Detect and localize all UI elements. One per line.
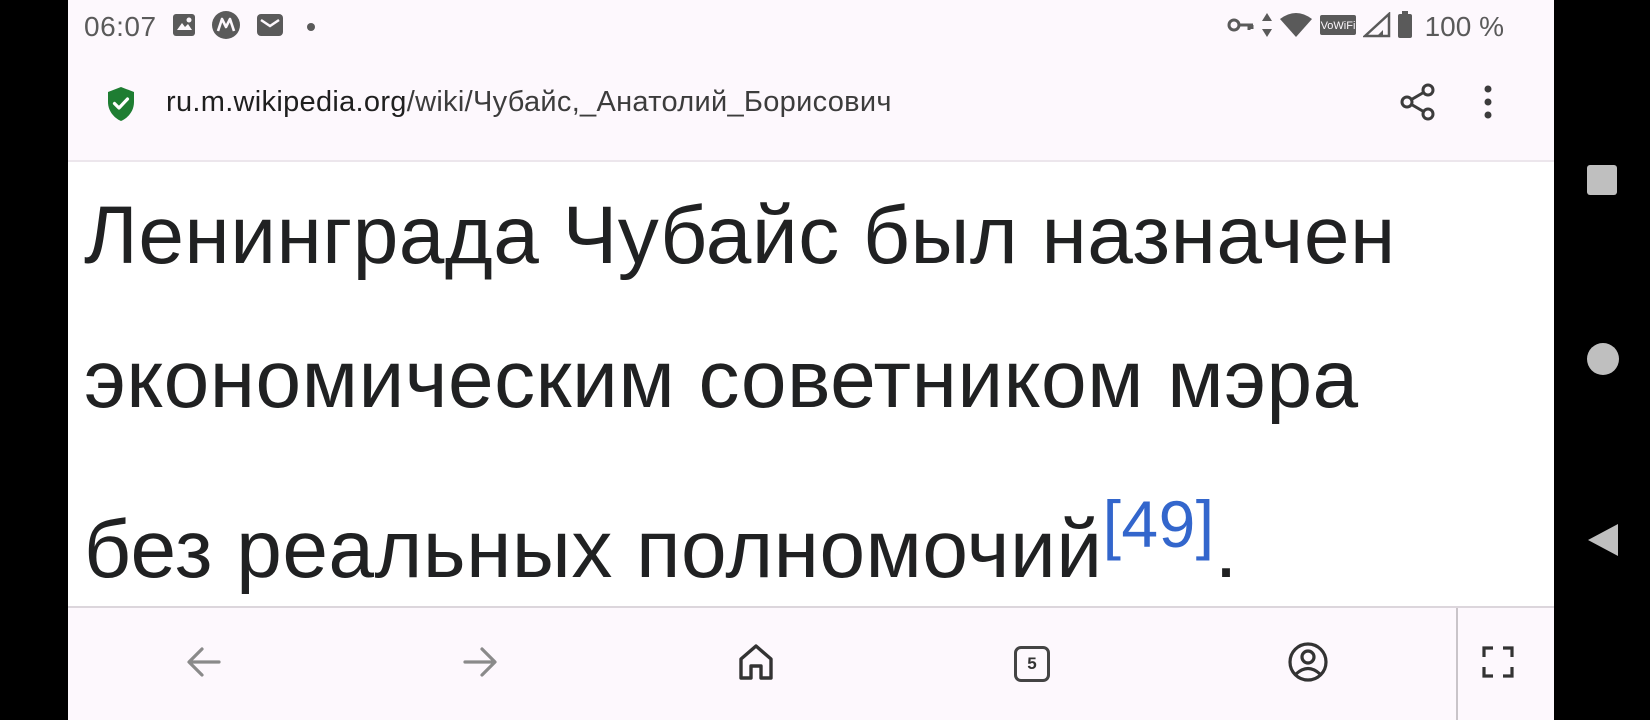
url-path: /wiki/Чубайс,_Анатолий_Борисович	[406, 86, 892, 118]
tab-count: 5	[1014, 646, 1050, 682]
recents-icon[interactable]	[1586, 164, 1618, 201]
status-left: 06:07	[84, 10, 315, 44]
url-domain: ru.m.wikipedia.org	[166, 86, 407, 118]
back-icon	[185, 645, 223, 684]
status-right: VoWiFi 100 %	[1227, 10, 1504, 44]
screen: 06:07 VoWiFi 100 % ru.m.wikipedia.org/wi…	[0, 0, 1650, 720]
battery-percent: 100 %	[1424, 11, 1504, 42]
battery-icon	[1397, 10, 1413, 44]
article-line: Ленинграда Чубайс был назначен	[84, 190, 1396, 281]
back-button[interactable]	[176, 636, 232, 692]
article-line-end: .	[1214, 504, 1238, 595]
fullscreen-icon	[1482, 645, 1514, 683]
url-bar[interactable]: ru.m.wikipedia.org/wiki/Чубайс,_Анатолий…	[68, 54, 1554, 162]
bottom-toolbar: 5	[68, 606, 1554, 720]
system-back-icon[interactable]	[1586, 522, 1620, 563]
system-home-icon[interactable]	[1586, 342, 1620, 381]
forward-button[interactable]	[452, 636, 508, 692]
signal-icon	[1361, 10, 1391, 43]
share-icon[interactable]	[1398, 82, 1438, 127]
fullscreen-button[interactable]	[1470, 636, 1526, 692]
vpn-key-icon	[1227, 15, 1255, 40]
notification-dot	[306, 23, 315, 31]
status-time: 06:07	[84, 11, 157, 42]
status-bar: 06:07 VoWiFi 100 %	[68, 0, 1554, 54]
mail-icon	[255, 10, 285, 45]
browser-window: 06:07 VoWiFi 100 % ru.m.wikipedia.org/wi…	[68, 0, 1554, 720]
article-paragraph: Ленинграда Чубайс был назначен экономиче…	[84, 164, 1524, 622]
article-line-text: без реальных полномочий	[84, 504, 1103, 595]
article-content: Ленинграда Чубайс был назначен экономиче…	[68, 162, 1554, 606]
tabs-button[interactable]: 5	[1004, 636, 1060, 692]
more-vert-icon[interactable]	[1478, 82, 1498, 127]
vowifi-icon: VoWiFi	[1319, 13, 1357, 42]
wifi-icon	[1279, 12, 1313, 43]
toolbar-divider	[1456, 608, 1458, 720]
reference-link[interactable]: [49]	[1103, 487, 1215, 561]
account-icon	[1287, 641, 1329, 688]
vowifi-label: VoWiFi	[1320, 20, 1355, 32]
home-button[interactable]	[728, 636, 784, 692]
data-arrows-icon	[1261, 12, 1273, 43]
url-text[interactable]: ru.m.wikipedia.org/wiki/Чубайс,_Анатолий…	[166, 86, 892, 119]
forward-icon	[461, 645, 499, 684]
tabs-icon: 5	[1014, 646, 1050, 682]
image-icon	[171, 12, 197, 43]
shield-check-icon[interactable]	[106, 86, 136, 127]
article-line: экономическим советником мэра	[84, 334, 1359, 425]
account-button[interactable]	[1280, 636, 1336, 692]
article-line: без реальных полномочий[49].	[84, 452, 1524, 622]
m-app-icon	[211, 10, 241, 45]
home-icon	[736, 642, 776, 687]
system-navigation	[1554, 0, 1650, 720]
